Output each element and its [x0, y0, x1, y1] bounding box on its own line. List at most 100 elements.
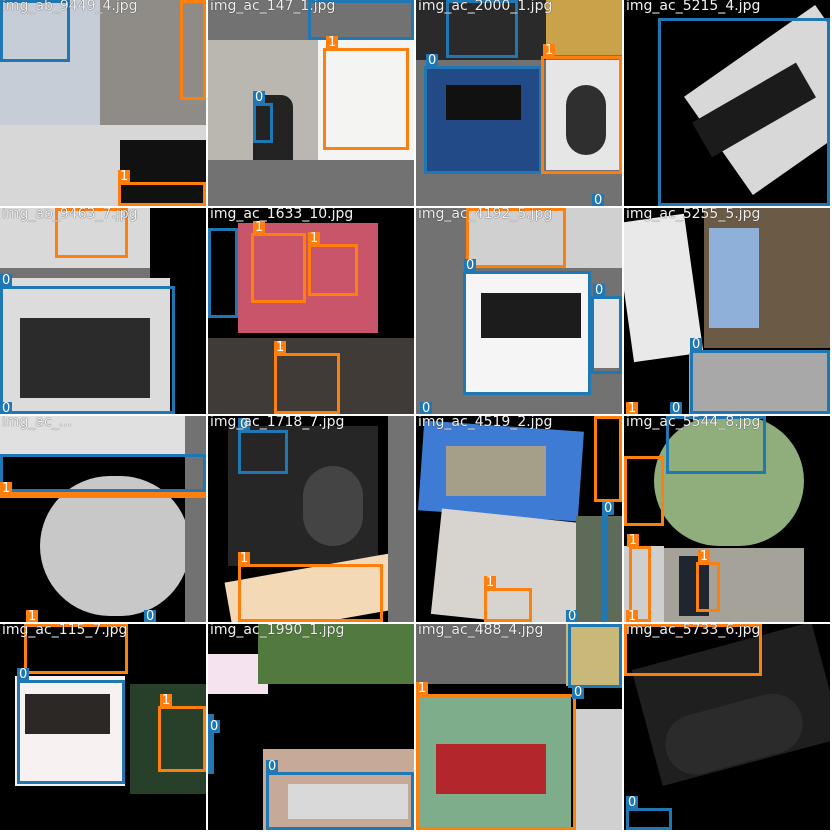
detection-box-class-0 — [424, 66, 542, 174]
detection-box-class-1 — [594, 416, 622, 502]
class-label: 0 — [0, 273, 13, 288]
detection-box-class-0 — [266, 772, 414, 830]
tile-3: 0 1 0 img_ac_2000_1.jpg — [416, 0, 622, 206]
tile-7: 0 0 0 img_ac_4192_5.jpg — [416, 208, 622, 414]
detection-box-class-1 — [238, 564, 383, 622]
class-label: 0 — [572, 685, 585, 700]
tile-6: 1 1 1 img_ac_1633_10.jpg — [208, 208, 414, 414]
class-label: 1 — [543, 43, 556, 58]
class-label: 0 — [266, 759, 279, 774]
detection-box-class-1 — [696, 562, 720, 612]
class-label: 0 — [426, 53, 439, 68]
class-label: 1 — [274, 340, 287, 355]
detection-box-class-0 — [463, 271, 591, 395]
class-label: 0 — [0, 401, 13, 414]
photo-region — [546, 0, 622, 55]
class-label: 1 — [26, 609, 39, 622]
tile-4: img_ac_5215_4.jpg — [624, 0, 830, 206]
tile-1: 1 img_ab_9449_4.jpg — [0, 0, 206, 206]
class-label: 0 — [144, 609, 157, 622]
detection-box-class-1 — [416, 694, 576, 830]
class-label: 0 — [253, 90, 266, 105]
photo-region — [208, 160, 414, 206]
class-label: 1 — [698, 549, 711, 564]
tile-5: 0 0 img_ab_9463_7.jpg — [0, 208, 206, 414]
image-filename: img_ac_5733_6.jpg — [626, 624, 761, 638]
image-filename: img_ac_115_7.jpg — [2, 624, 128, 638]
class-label: 0 — [464, 258, 477, 273]
class-label: 0 — [602, 501, 615, 516]
class-label: 0 — [670, 401, 683, 414]
detection-box-class-1 — [251, 233, 306, 303]
detection-box-class-1 — [158, 706, 206, 772]
tile-13: 0 1 img_ac_115_7.jpg — [0, 624, 206, 830]
photo-region — [185, 416, 206, 622]
image-filename: img_ac_2000_1.jpg — [418, 0, 553, 14]
tile-12: 1 1 1 img_ac_5544_8.jpg — [624, 416, 830, 622]
detection-box-class-1 — [541, 56, 622, 174]
tile-8: 0 1 0 img_ac_5255_5.jpg — [624, 208, 830, 414]
detection-box-class-1 — [274, 353, 340, 414]
photo-region — [576, 516, 622, 622]
detection-box-class-1 — [180, 0, 206, 100]
class-label: 1 — [238, 551, 251, 566]
detection-box-class-0 — [591, 296, 622, 374]
tile-16: 0 img_ac_5733_6.jpg — [624, 624, 830, 830]
detection-box-class-1 — [323, 48, 409, 150]
photo-region — [303, 466, 363, 546]
detection-box-class-0 — [238, 430, 288, 474]
detection-box-class-0 — [253, 103, 273, 143]
detection-box-class-0 — [690, 350, 830, 414]
detection-box-class-1 — [624, 456, 664, 526]
image-filename: img_ab_9449_4.jpg — [2, 0, 138, 14]
image-filename: img_ac_1633_10.jpg — [210, 208, 354, 222]
image-filename: img_ab_9463_7.jpg — [2, 208, 138, 222]
class-label: 1 — [326, 35, 339, 50]
image-filename: img_ac_488_4.jpg — [418, 624, 544, 638]
detection-box-class-0 — [208, 228, 238, 318]
detection-box-class-0 — [568, 624, 622, 688]
class-label: 1 — [626, 609, 639, 622]
detection-box-class-0 — [0, 286, 175, 414]
detection-box-class-0 — [602, 514, 608, 622]
class-label: 0 — [592, 193, 605, 206]
detection-box-class-1 — [484, 588, 532, 622]
photo-region — [446, 446, 546, 496]
image-filename: img_ac_5215_4.jpg — [626, 0, 761, 14]
class-label: 0 — [690, 337, 703, 352]
image-filename: img_ac_... — [2, 416, 73, 430]
photo-region — [709, 228, 759, 328]
class-label: 1 — [484, 575, 497, 590]
class-label: 1 — [160, 693, 173, 708]
class-label: 0 — [566, 609, 579, 622]
photo-region — [576, 709, 622, 830]
mosaic-grid: 1 img_ab_9449_4.jpg 1 0 img_ac_147_1.jpg… — [0, 0, 832, 832]
tile-14: 0 0 img_ac_1990_1.jpg — [208, 624, 414, 830]
photo-region — [388, 416, 414, 622]
class-label: 1 — [626, 401, 639, 414]
class-label: 0 — [568, 624, 581, 625]
image-filename: img_ac_1990_1.jpg — [210, 624, 345, 638]
image-filename: img_ac_5544_8.jpg — [626, 416, 761, 430]
image-filename: img_ac_4192_5.jpg — [418, 208, 553, 222]
detection-box-class-0 — [658, 18, 830, 206]
tile-9: 1 1 0 img_ac_... — [0, 416, 206, 622]
detection-box-class-1 — [0, 492, 206, 498]
class-label: 0 — [593, 283, 606, 298]
image-filename: img_ac_1718_7.jpg — [210, 416, 345, 430]
detection-box-class-1 — [308, 244, 358, 296]
image-filename: img_ac_147_1.jpg — [210, 0, 336, 14]
class-label: 1 — [0, 481, 13, 496]
class-label: 0 — [208, 719, 221, 734]
class-label: 0 — [17, 667, 30, 682]
class-label: 1 — [416, 681, 429, 696]
tile-2: 1 0 img_ac_147_1.jpg — [208, 0, 414, 206]
detection-box-class-0 — [0, 454, 206, 492]
class-label: 1 — [253, 220, 266, 235]
tile-10: 0 1 img_ac_1718_7.jpg — [208, 416, 414, 622]
class-label: 0 — [420, 401, 433, 414]
detection-box-class-1 — [118, 182, 206, 206]
class-label: 1 — [118, 169, 131, 184]
tile-15: 0 1 0 img_ac_488_4.jpg — [416, 624, 622, 830]
detection-box-class-0 — [626, 808, 672, 830]
